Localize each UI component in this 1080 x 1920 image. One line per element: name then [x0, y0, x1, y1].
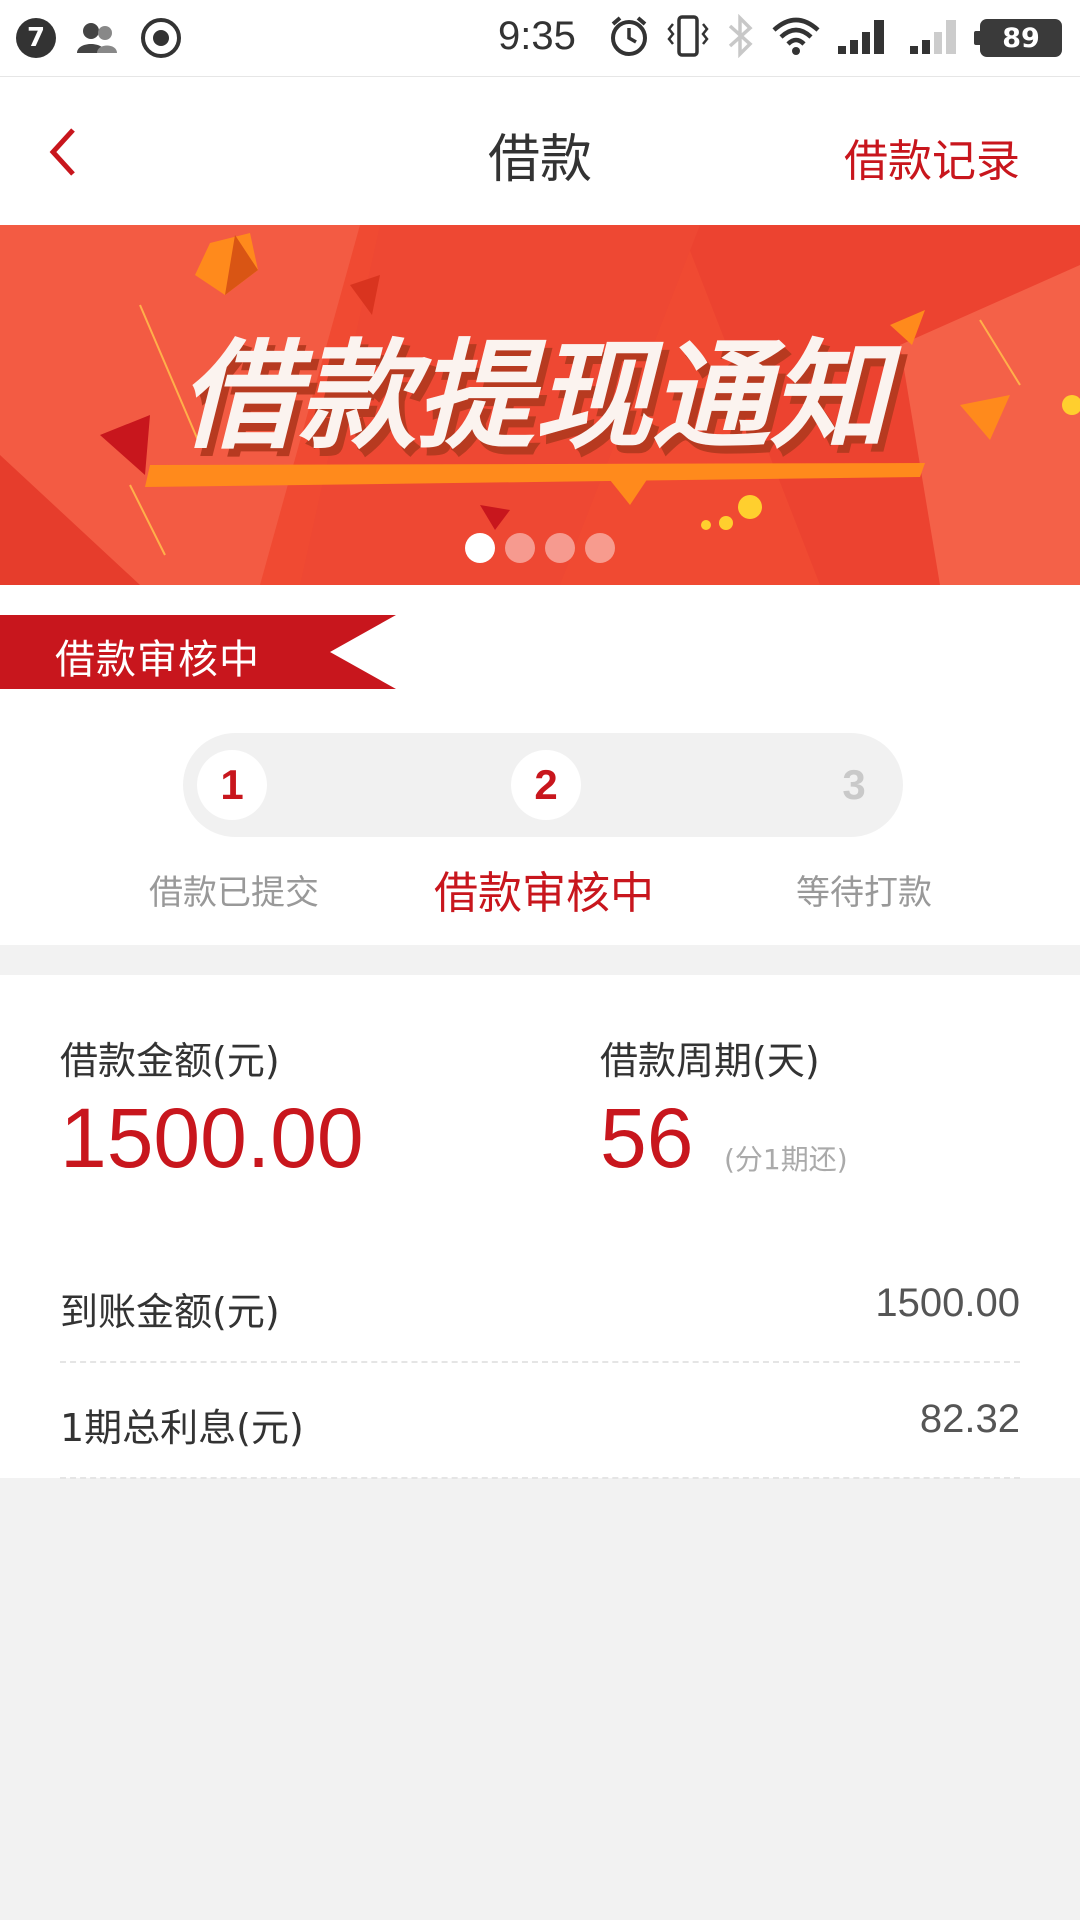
record-icon: [138, 18, 184, 58]
banner-headline: 借款提现通知: [180, 327, 902, 465]
step-1: 1: [182, 735, 282, 835]
received-amount-value: 1500.00: [875, 1281, 1020, 1325]
total-interest-row: 1期总利息(元) 82.32: [60, 1361, 1020, 1479]
notification-count-badge: 7: [16, 18, 56, 58]
loan-amount-label: 借款金额(元): [60, 1039, 280, 1083]
step-1-number: 1: [197, 750, 267, 820]
banner-dot-1[interactable]: [465, 533, 495, 563]
loan-details-panel: 借款金额(元) 1500.00 借款周期(天) 56 (分1期还) 到账金额(元…: [0, 975, 1080, 1479]
banner-dot-2[interactable]: [505, 533, 535, 563]
received-amount-row: 到账金额(元) 1500.00: [60, 1245, 1020, 1363]
loan-period-label: 借款周期(天): [600, 1039, 820, 1083]
total-interest-value: 82.32: [919, 1397, 1020, 1441]
status-ribbon: 借款审核中: [0, 615, 396, 689]
total-interest-label: 1期总利息(元): [60, 1406, 304, 1450]
step-3-label: 等待打款: [796, 873, 932, 913]
banner-pagination: [0, 533, 1080, 563]
step-3-number: 3: [819, 750, 889, 820]
status-bar: 7 9:35 89: [0, 0, 1080, 77]
loan-amount-value: 1500.00: [60, 1091, 364, 1185]
vibrate-icon: [666, 14, 710, 62]
wifi-icon: [772, 16, 820, 60]
step-2-number: 2: [511, 750, 581, 820]
banner-artwork: 借款提现通知 借款提现通知: [0, 225, 1080, 585]
loan-period-value: 56: [600, 1091, 694, 1185]
bluetooth-icon: [726, 13, 756, 62]
alarm-icon: [608, 14, 650, 62]
signal-icon: [836, 16, 892, 60]
received-amount-label: 到账金额(元): [60, 1290, 280, 1334]
status-left-icons: 7: [16, 18, 184, 58]
step-3: 3: [804, 735, 904, 835]
banner-dot-3[interactable]: [545, 533, 575, 563]
status-right-icons: 89: [608, 13, 1062, 62]
promo-banner[interactable]: 借款提现通知 借款提现通知: [0, 225, 1080, 585]
clock-time: 9:35: [498, 14, 576, 58]
loan-period-note: (分1期还): [724, 1143, 848, 1176]
battery-indicator: 89: [974, 19, 1062, 57]
contacts-icon: [74, 18, 120, 58]
title-bar: 借款 借款记录: [0, 77, 1080, 225]
banner-dot-4[interactable]: [585, 533, 615, 563]
step-2: 2: [496, 735, 596, 835]
step-2-label: 借款审核中: [434, 868, 654, 919]
loan-progress-panel: 借款审核中 1 2 3 借款已提交 借款审核中 等待打款: [0, 585, 1080, 945]
loan-records-link[interactable]: 借款记录: [844, 125, 1020, 189]
ribbon-label: 借款审核中: [55, 637, 260, 683]
signal-weak-icon: [908, 16, 964, 60]
step-1-label: 借款已提交: [149, 873, 319, 913]
